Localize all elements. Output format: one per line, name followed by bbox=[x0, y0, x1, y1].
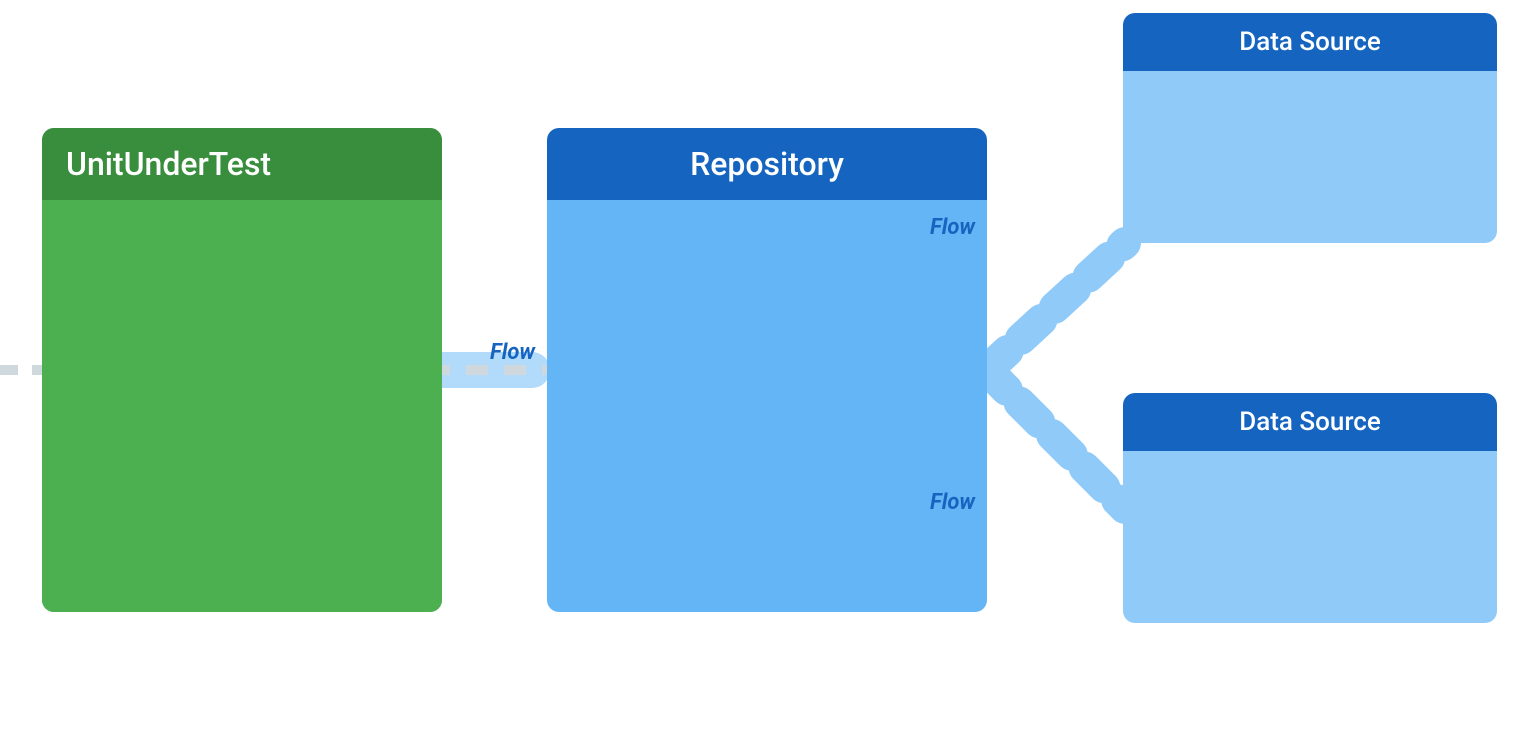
lower-flow-band bbox=[987, 370, 1125, 508]
flow-label-main: Flow bbox=[490, 340, 535, 365]
unit-under-test-box: UnitUnderTest bbox=[42, 128, 442, 612]
unit-box-header: UnitUnderTest bbox=[42, 128, 442, 200]
datasource-top-body bbox=[1123, 71, 1497, 243]
datasource-bottom-title: Data Source bbox=[1239, 407, 1381, 437]
datasource-top-title: Data Source bbox=[1239, 27, 1381, 57]
datasource-bottom-body bbox=[1123, 451, 1497, 623]
repository-box: Repository bbox=[547, 128, 987, 612]
datasource-top-box: Data Source bbox=[1123, 13, 1497, 243]
flow-label-top: Flow bbox=[930, 215, 975, 240]
repo-box-header: Repository bbox=[547, 128, 987, 200]
datasource-bottom-header: Data Source bbox=[1123, 393, 1497, 451]
flow-label-bottom: Flow bbox=[930, 490, 975, 515]
upper-flow-band bbox=[987, 243, 1125, 370]
datasource-bottom-box: Data Source bbox=[1123, 393, 1497, 623]
repo-box-body bbox=[547, 200, 987, 612]
unit-box-title: UnitUnderTest bbox=[66, 145, 271, 183]
diagram-container: UnitUnderTest Repository Data Source Dat… bbox=[0, 0, 1519, 741]
unit-box-body bbox=[42, 200, 442, 612]
repo-box-title: Repository bbox=[690, 145, 844, 183]
datasource-top-header: Data Source bbox=[1123, 13, 1497, 71]
